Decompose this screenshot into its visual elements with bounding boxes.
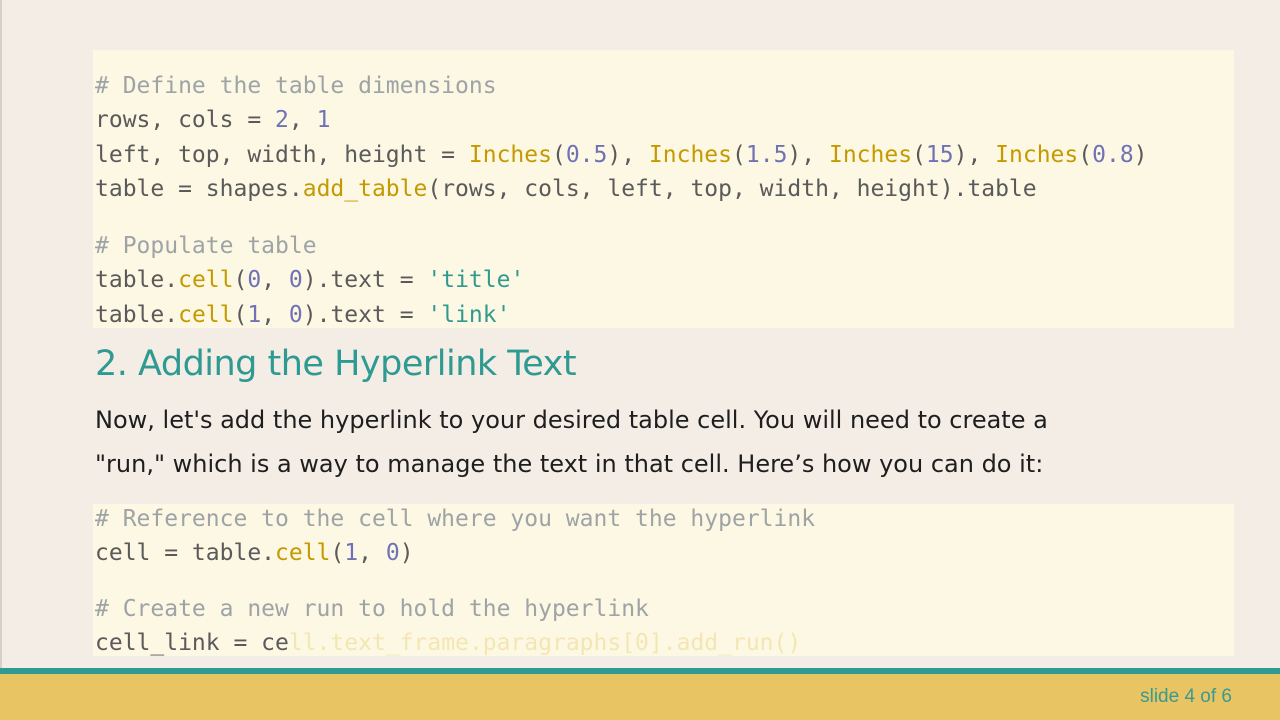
slide: # Define the table dimensions rows, cols… — [0, 0, 1280, 720]
section-heading: 2. Adding the Hyperlink Text — [95, 344, 577, 384]
code-token: # Populate table — [95, 233, 317, 259]
code-token: ( — [233, 302, 248, 328]
code-token: table = shapes. — [95, 176, 303, 202]
code-token: 1 — [344, 540, 359, 566]
code-line: # Create a new run to hold the hyperlink — [95, 594, 649, 624]
code-line: left, top, width, height = Inches(0.5), … — [95, 140, 1148, 170]
code-line: cell_link = cell.text_frame.paragraphs[0… — [95, 628, 801, 658]
code-token: 0 — [385, 540, 400, 566]
code-token: , — [358, 540, 386, 566]
code-token: , — [261, 267, 289, 293]
code-token: cell — [275, 540, 331, 566]
paragraph-line: Now, let's add the hyperlink to your des… — [95, 406, 1048, 434]
code-line: table.cell(1, 0).text = 'link' — [95, 300, 510, 330]
code-token: 0 — [288, 267, 303, 293]
code-token: table. — [95, 267, 179, 293]
code-token: cell = table. — [95, 540, 276, 566]
code-line: rows, cols = 2, 1 — [95, 105, 330, 135]
code-token: ).text = — [302, 302, 428, 328]
footer-bar — [0, 674, 1280, 720]
code-token: ( — [330, 540, 345, 566]
code-token: 'title' — [427, 267, 525, 293]
slide-number: slide 4 of 6 — [1140, 686, 1232, 707]
code-token: ( — [551, 142, 566, 168]
code-token: rows, cols = — [95, 107, 276, 133]
code-line: # Populate table — [95, 231, 317, 261]
slide-left-edge — [0, 0, 2, 720]
code-token: # Define the table dimensions — [95, 73, 497, 99]
code-token: # Reference to the cell where you want t… — [95, 506, 816, 532]
code-token: (rows, cols, left, top, width, height).t… — [427, 176, 1037, 202]
code-line: # Define the table dimensions — [95, 71, 497, 101]
code-token: cell_link = ce — [95, 630, 289, 656]
code-token: 0.8 — [1092, 142, 1134, 168]
code-token: ).text = — [302, 267, 428, 293]
code-token: , — [288, 107, 317, 133]
code-token: , — [261, 302, 289, 328]
code-line: cell = table.cell(1, 0) — [95, 538, 414, 568]
code-token: 0.5 — [565, 142, 608, 168]
code-block-hyperlink: # Reference to the cell where you want t… — [93, 504, 1234, 656]
code-token: ( — [1078, 142, 1093, 168]
code-token: add_table — [302, 176, 428, 202]
code-token: ), — [953, 142, 996, 168]
code-token: 'link' — [427, 302, 511, 328]
code-token: ), — [787, 142, 829, 168]
code-token: 0 — [288, 302, 303, 328]
code-token: ( — [912, 142, 926, 168]
code-token: 2 — [275, 107, 289, 133]
body-paragraph: Now, let's add the hyperlink to your des… — [95, 398, 1225, 486]
code-token: ) — [399, 540, 414, 566]
code-token: ), — [607, 142, 649, 168]
code-token: 1 — [316, 107, 331, 133]
code-token: cell — [178, 302, 234, 328]
code-line: # Reference to the cell where you want t… — [95, 504, 815, 534]
code-token: Inches — [828, 142, 913, 168]
code-token: left, top, width, height = — [95, 142, 469, 168]
code-token: table. — [95, 302, 179, 328]
code-token: cell — [178, 267, 234, 293]
code-token: 1 — [247, 302, 262, 328]
code-line: table = shapes.add_table(rows, cols, lef… — [95, 174, 1037, 204]
code-token: ) — [1133, 142, 1148, 168]
code-token: Inches — [468, 142, 552, 168]
code-token: 1.5 — [745, 142, 788, 168]
paragraph-line: "run," which is a way to manage the text… — [95, 450, 1044, 478]
code-token: 0 — [247, 267, 262, 293]
code-token: 15 — [925, 142, 954, 168]
code-token: ll.text_frame.paragraphs[0].add_run() — [288, 630, 802, 656]
code-line: table.cell(0, 0).text = 'title' — [95, 265, 524, 295]
code-token: Inches — [648, 142, 733, 168]
code-token: Inches — [995, 142, 1079, 168]
code-block-table-setup: # Define the table dimensions rows, cols… — [93, 50, 1234, 328]
code-token: ( — [732, 142, 746, 168]
code-token: # Create a new run to hold the hyperlink — [95, 596, 649, 622]
code-token: ( — [233, 267, 248, 293]
